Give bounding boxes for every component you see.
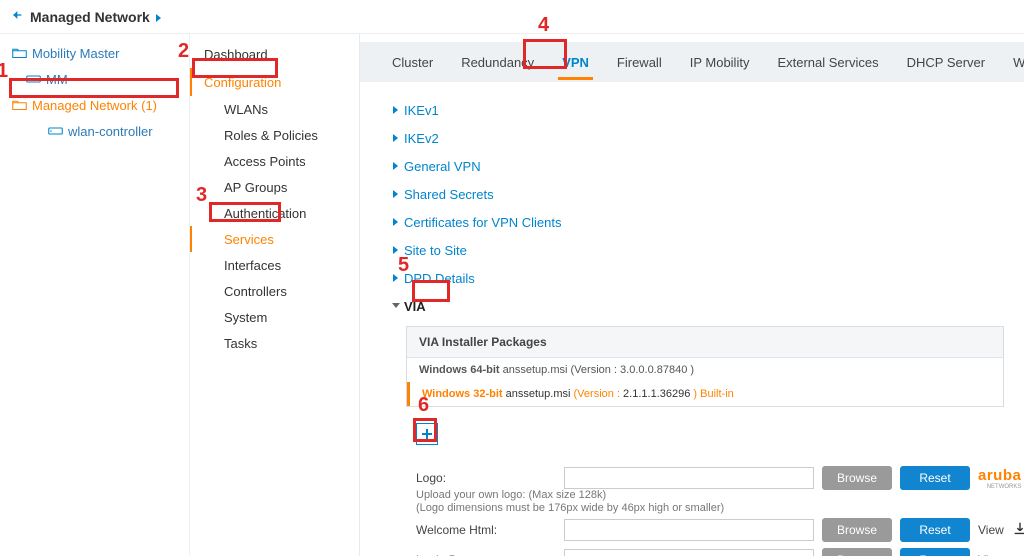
back-icon[interactable] (8, 7, 24, 26)
chevron-down-icon (388, 301, 404, 311)
menu-configuration[interactable]: Configuration (190, 68, 359, 96)
chevron-right-icon (150, 9, 164, 24)
chevron-right-icon (388, 245, 404, 255)
logo-input[interactable] (564, 467, 814, 489)
folder-open-icon (10, 98, 28, 112)
menu-services[interactable]: Services (190, 226, 359, 252)
chevron-right-icon (388, 105, 404, 115)
menu-tasks[interactable]: Tasks (190, 330, 359, 356)
menu-roles[interactable]: Roles & Policies (190, 122, 359, 148)
device-icon (46, 124, 64, 138)
tree-mm[interactable]: MM (0, 66, 189, 92)
aruba-logo: arubaNETWORKS (978, 467, 1021, 490)
menu-system[interactable]: System (190, 304, 359, 330)
label-welcome-html: Welcome Html: (416, 523, 556, 537)
acc-ikev1[interactable]: IKEv1 (388, 96, 1024, 124)
acc-site-to-site[interactable]: Site to Site (388, 236, 1024, 264)
via-package-row[interactable]: Windows 64-bit anssetup.msi (Version : 3… (407, 358, 1003, 382)
chevron-right-icon (388, 161, 404, 171)
via-panel-title: VIA Installer Packages (407, 327, 1003, 358)
menu-ap-groups[interactable]: AP Groups (190, 174, 359, 200)
browse-button[interactable]: Browse (822, 518, 892, 542)
browse-button[interactable]: Browse (822, 548, 892, 556)
reset-button[interactable]: Reset (900, 518, 970, 542)
banner-input[interactable] (564, 549, 814, 556)
device-icon (24, 72, 42, 86)
tree-managed-network[interactable]: Managed Network (1) (0, 92, 189, 118)
reset-button[interactable]: Reset (900, 548, 970, 556)
add-button[interactable] (416, 423, 438, 445)
tab-external-services[interactable]: External Services (763, 42, 892, 82)
menu-controllers[interactable]: Controllers (190, 278, 359, 304)
label-logo: Logo: (416, 471, 556, 485)
reset-button[interactable]: Reset (900, 466, 970, 490)
service-tabs: Cluster Redundancy VPN Firewall IP Mobil… (360, 42, 1024, 82)
tab-dhcp-server[interactable]: DHCP Server (893, 42, 1000, 82)
menu-interfaces[interactable]: Interfaces (190, 252, 359, 278)
chevron-right-icon (388, 133, 404, 143)
tab-redundancy[interactable]: Redundancy (447, 42, 548, 82)
via-installer-panel: VIA Installer Packages Windows 64-bit an… (406, 326, 1004, 407)
main-pane: Cluster Redundancy VPN Firewall IP Mobil… (360, 34, 1024, 556)
menu-authentication[interactable]: Authentication (190, 200, 359, 226)
tree-mobility-master[interactable]: Mobility Master (0, 40, 189, 66)
acc-ikev2[interactable]: IKEv2 (388, 124, 1024, 152)
tree-wlan-controller[interactable]: wlan-controller (0, 118, 189, 144)
acc-certificates[interactable]: Certificates for VPN Clients (388, 208, 1024, 236)
download-icon[interactable] (1012, 521, 1024, 540)
breadcrumb-title[interactable]: Managed Network (30, 9, 150, 25)
chevron-right-icon (388, 273, 404, 283)
chevron-right-icon (388, 189, 404, 199)
acc-general-vpn[interactable]: General VPN (388, 152, 1024, 180)
tab-ip-mobility[interactable]: IP Mobility (676, 42, 764, 82)
acc-via[interactable]: VIA (388, 292, 1024, 320)
folder-open-icon (10, 46, 28, 60)
logo-help-text: Upload your own logo: (Max size 128k)(Lo… (416, 489, 814, 515)
via-package-row-selected[interactable]: Windows 32-bit anssetup.msi (Version : 2… (407, 382, 1003, 406)
chevron-right-icon (388, 217, 404, 227)
section-menu: Dashboard Configuration WLANs Roles & Po… (190, 34, 360, 556)
vpn-accordion: IKEv1 IKEv2 General VPN Shared Secrets C… (360, 82, 1024, 320)
menu-dashboard[interactable]: Dashboard (190, 40, 359, 68)
hierarchy-tree: Mobility Master MM Managed Network (1) w… (0, 34, 190, 556)
tab-wan[interactable]: WAN (999, 42, 1024, 82)
welcome-input[interactable] (564, 519, 814, 541)
tab-cluster[interactable]: Cluster (378, 42, 447, 82)
menu-wlans[interactable]: WLANs (190, 96, 359, 122)
tab-vpn[interactable]: VPN (548, 42, 603, 82)
acc-shared-secrets[interactable]: Shared Secrets (388, 180, 1024, 208)
acc-dpd-details[interactable]: DPD Details (388, 264, 1024, 292)
breadcrumb-bar: Managed Network (0, 0, 1024, 34)
tab-firewall[interactable]: Firewall (603, 42, 676, 82)
browse-button[interactable]: Browse (822, 466, 892, 490)
menu-access-points[interactable]: Access Points (190, 148, 359, 174)
via-form: Logo: Browse Reset arubaNETWORKS Upload … (416, 463, 984, 556)
view-link[interactable]: View (978, 523, 1004, 537)
